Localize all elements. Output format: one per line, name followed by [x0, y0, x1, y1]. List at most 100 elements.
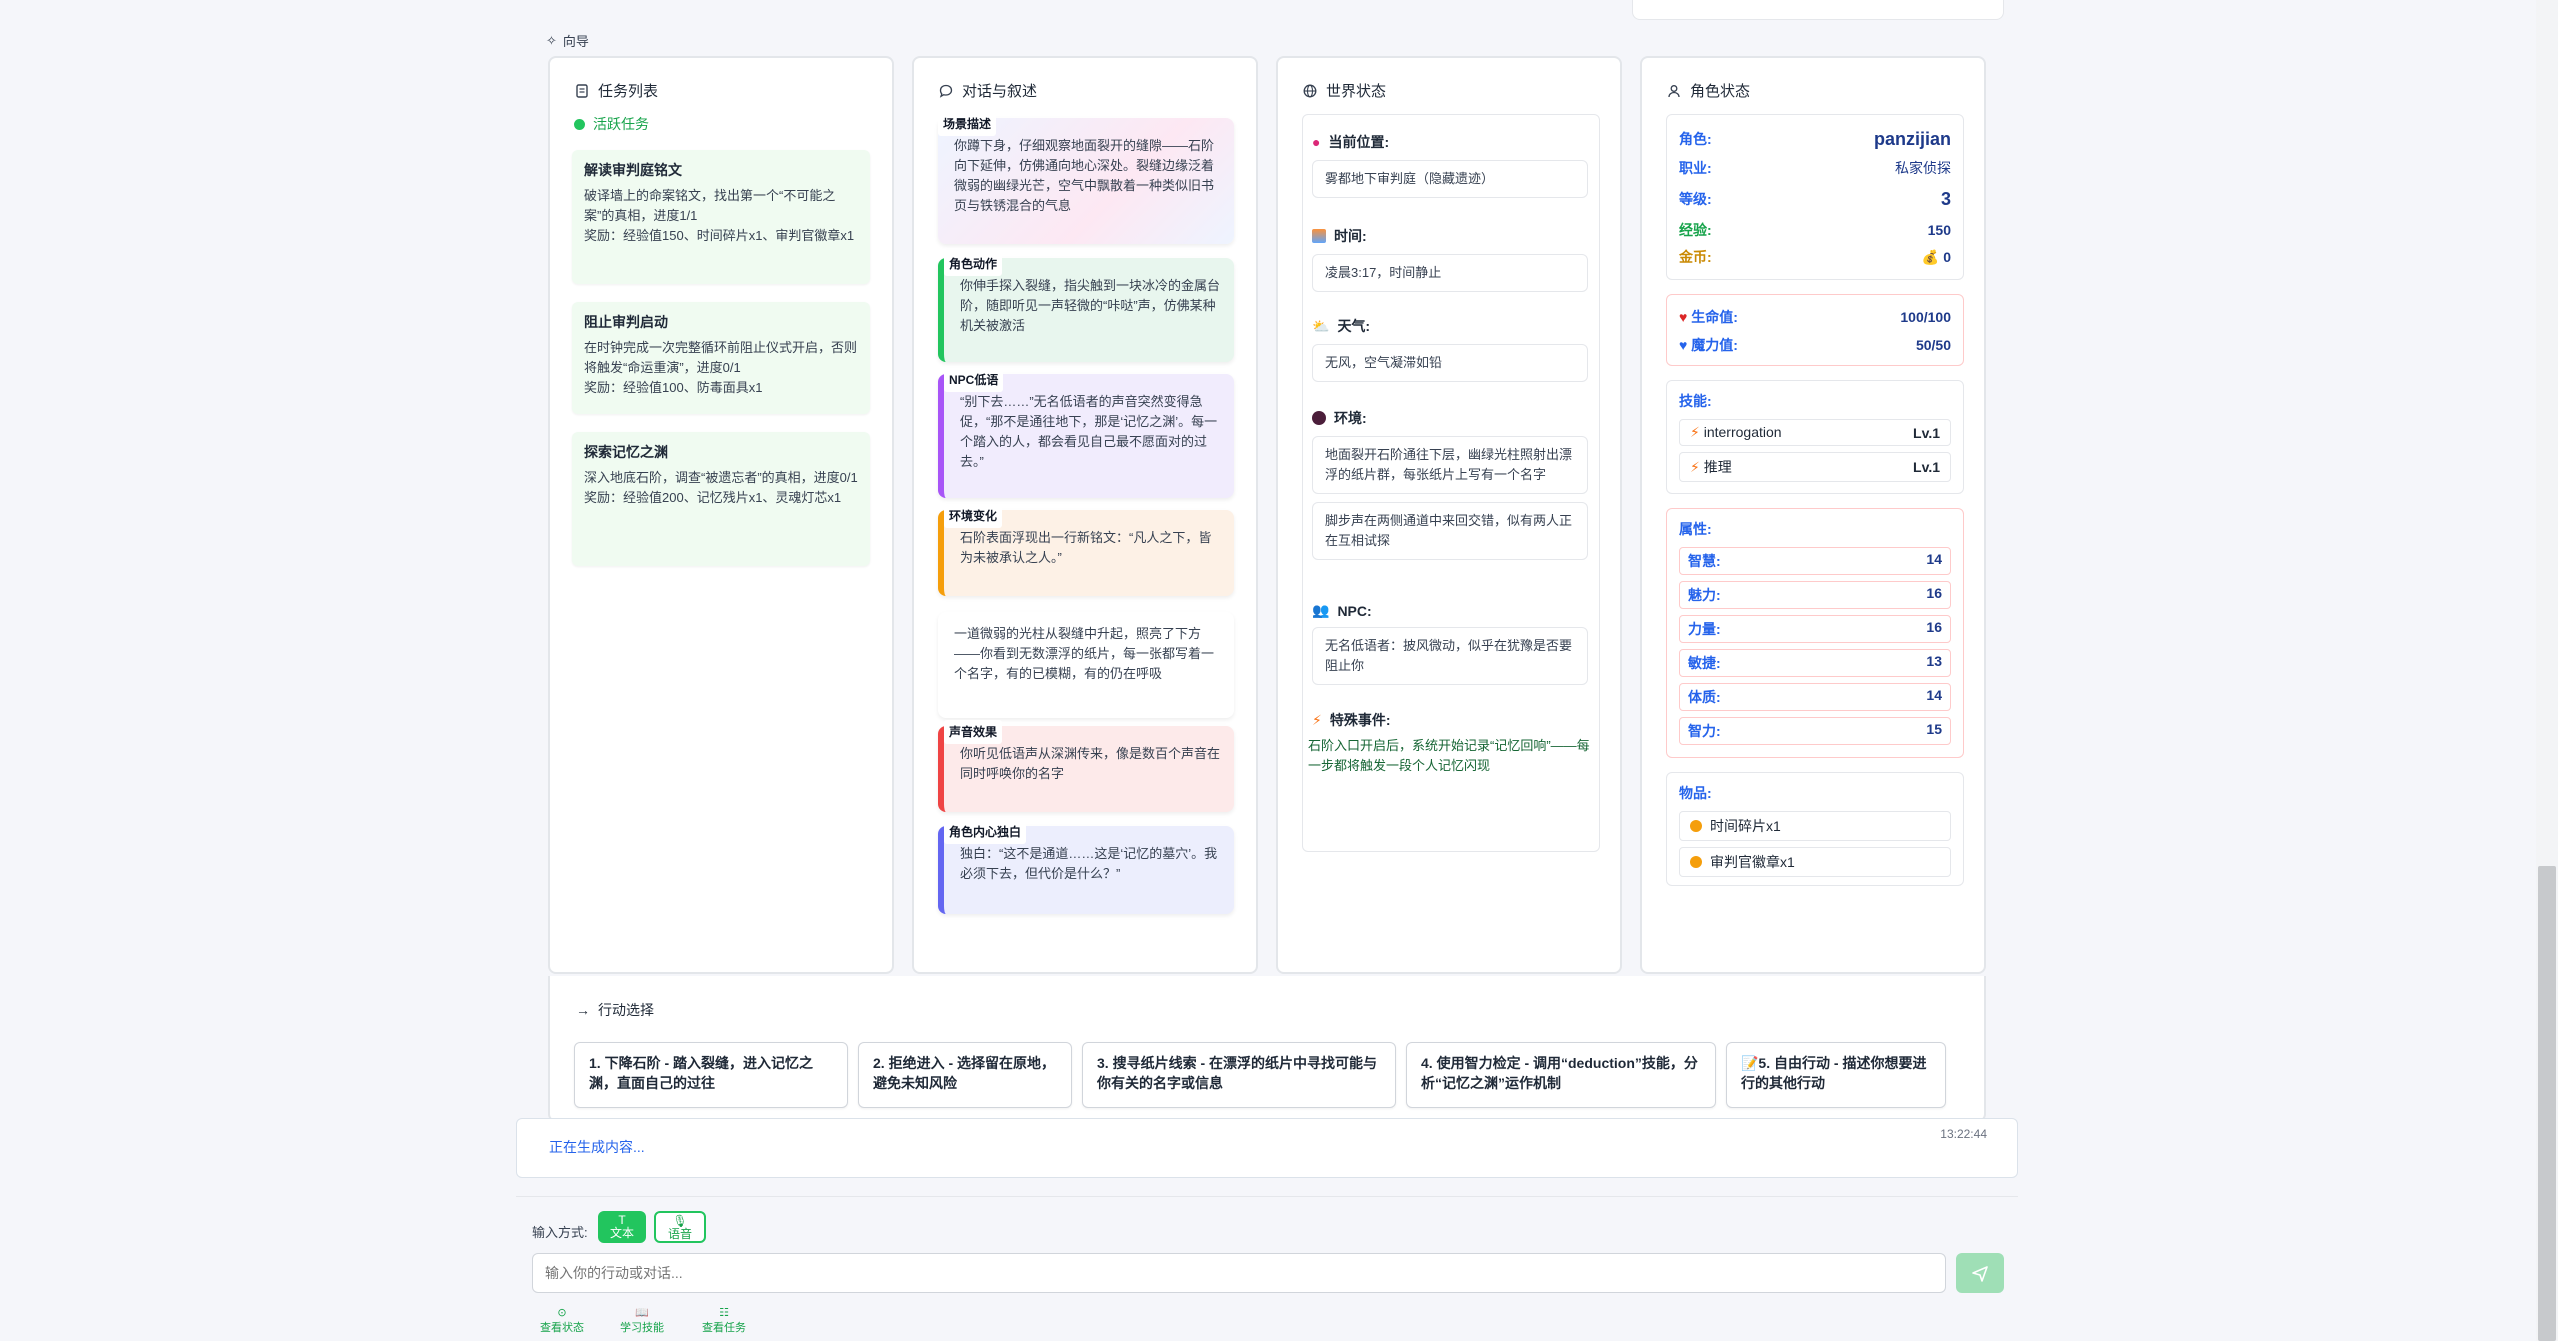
input-mode-label: 输入方式:	[532, 1225, 588, 1240]
dialog-panel: 对话与叙述 场景描述 你蹲下身，仔细观察地面裂开的缝隙——石阶向下延伸，仿佛通向…	[912, 56, 1258, 974]
attributes-label: 属性:	[1679, 521, 1712, 537]
time-value: 凌晨3:17，时间静止	[1312, 254, 1588, 292]
divider	[516, 1196, 2018, 1197]
dialog-tag: 场景描述	[938, 112, 997, 136]
user-icon	[1668, 84, 1680, 97]
level-label: 等级:	[1679, 191, 1712, 207]
skill-item[interactable]: ⚡ interrogation Lv.1	[1679, 419, 1951, 446]
scroll-icon	[576, 83, 588, 98]
dialog-entry-action: 角色动作 你伸手探入裂缝，指尖触到一块冰冷的金属台阶，随即听见一声轻微的“咔哒”…	[938, 252, 1234, 362]
guide-header: ✧ 向导	[546, 32, 589, 50]
location-pin-icon: ●	[1312, 134, 1321, 150]
lightning-icon: ⚡	[1312, 711, 1322, 728]
task-icon: ☷	[719, 1307, 729, 1319]
skills-label: 技能:	[1679, 393, 1712, 409]
sunrise-icon	[1312, 229, 1326, 243]
dialog-entry-narration: 一道微弱的光柱从裂缝中升起，照亮了下方——你看到无数漂浮的纸片，每一张都写着一个…	[938, 612, 1234, 718]
dialog-text: 你蹲下身，仔细观察地面裂开的缝隙——石阶向下延伸，仿佛通向地心深处。裂缝边缘泛着…	[954, 138, 1215, 213]
task-card[interactable]: 阻止审判启动 在时钟完成一次完整循环前阻止仪式开启，否则将触发“命运重演”，进度…	[572, 302, 870, 414]
weather-icon: ⛅	[1312, 317, 1330, 334]
action-option-1[interactable]: 1. 下降石阶 - 踏入裂缝，进入记忆之渊，直面自己的过往	[574, 1042, 848, 1108]
character-exp: 150	[1927, 222, 1951, 238]
world-environment: 环境: 地面裂开石阶通往下层，幽绿光柱照射出漂浮的纸片群，每张纸片上写有一个名字…	[1302, 408, 1598, 560]
active-tasks-label: 活跃任务	[574, 114, 649, 134]
action-option-3[interactable]: 3. 搜寻纸片线索 - 在漂浮的纸片中寻找可能与你有关的名字或信息	[1082, 1042, 1396, 1108]
task-panel-title: 任务列表	[574, 80, 658, 101]
world-weather: ⛅ 天气: 无风，空气凝滞如铅	[1302, 316, 1598, 382]
scrollbar-thumb[interactable]	[2538, 866, 2556, 1341]
lightning-icon: ⚡	[1690, 459, 1700, 475]
compass-icon: ✧	[546, 32, 557, 48]
task-name: 解读审判庭铭文	[584, 162, 682, 178]
character-panel-title: 角色状态	[1666, 80, 1750, 101]
gold-label: 金币:	[1679, 249, 1712, 265]
task-card[interactable]: 解读审判庭铭文 破译墙上的命案铭文，找出第一个“不可能之案”的真相，进度1/1 …	[572, 150, 870, 284]
arrow-right-icon: →	[576, 1002, 590, 1018]
learn-skill-link[interactable]: 📖 学习技能	[620, 1306, 664, 1335]
job-label: 职业:	[1679, 160, 1712, 176]
inventory-item[interactable]: 审判官徽章x1	[1679, 847, 1951, 877]
generating-status: 正在生成内容...	[549, 1139, 645, 1155]
mp-value: 50/50	[1915, 337, 1951, 353]
world-time: 时间: 凌晨3:17，时间静止	[1302, 226, 1598, 292]
send-button[interactable]	[1956, 1253, 2004, 1293]
task-name: 探索记忆之渊	[584, 444, 668, 460]
message-timestamp: 13:22:44	[1940, 1127, 1987, 1141]
location-icon: ⊙	[557, 1307, 567, 1319]
view-tasks-link[interactable]: ☷ 查看任务	[702, 1306, 746, 1335]
send-icon	[1972, 1266, 1988, 1282]
dialog-tag: 环境变化	[944, 504, 1003, 528]
item-icon	[1690, 820, 1702, 832]
dialog-text: “别下去……”无名低语者的声音突然变得急促，“那不是通往地下，那是‘记忆之渊’。…	[960, 394, 1218, 469]
dialog-panel-title: 对话与叙述	[938, 80, 1037, 101]
dialog-text: 你听见低语声从深渊传来，像是数百个声音在同时呼唤你的名字	[960, 746, 1221, 781]
action-option-4[interactable]: 4. 使用智力检定 - 调用“deduction”技能，分析“记忆之渊”运作机制	[1406, 1042, 1716, 1108]
attributes-card: 属性: 智慧: 14 魅力: 16 力量: 16 敏捷: 13 体质: 14 智力: 15	[1666, 508, 1964, 758]
action-option-5[interactable]: 📝5. 自由行动 - 描述你想要进行的其他行动	[1726, 1042, 1946, 1108]
dialog-entry-monologue: 角色内心独白 独白：“这不是通道……这是‘记忆的墓穴’。我必须下去，但代价是什么…	[938, 820, 1234, 914]
people-icon: 👥	[1312, 602, 1330, 618]
task-reward: 奖励：经验值100、防毒面具x1	[584, 380, 763, 395]
hp-label: ♥ 生命值:	[1679, 309, 1738, 325]
inventory-item[interactable]: 时间碎片x1	[1679, 811, 1951, 841]
active-dot-icon	[574, 118, 585, 130]
view-status-link[interactable]: ⊙ 查看状态	[540, 1306, 584, 1335]
status-message-box: 正在生成内容... 13:22:44	[516, 1118, 2018, 1178]
character-info-card: 角色: panzijian 职业: 私家侦探 等级: 3 经验: 150 金币: 💰 0	[1666, 114, 1964, 280]
skill-item[interactable]: ⚡ 推理 Lv.1	[1679, 452, 1951, 482]
attribute-row: 敏捷: 13	[1679, 649, 1951, 677]
dialog-text: 石阶表面浮现出一行新铭文：“凡人之下，皆为未被承认之人。”	[960, 530, 1212, 565]
location-value: 雾都地下审判庭（隐藏遗迹）	[1312, 160, 1588, 198]
world-panel-title: 世界状态	[1302, 80, 1386, 101]
task-desc: 深入地底石阶，调查“被遗忘者”的真相，进度0/1	[584, 470, 858, 485]
task-reward: 奖励：经验值200、记忆残片x1、灵魂灯芯x1	[584, 490, 842, 505]
action-option-2[interactable]: 2. 拒绝进入 - 选择留在原地，避免未知风险	[858, 1042, 1072, 1108]
item-icon	[1690, 856, 1702, 868]
actions-title: → 行动选择	[576, 1002, 654, 1018]
top-card-remnant	[1632, 0, 2004, 20]
skills-card: 技能: ⚡ interrogation Lv.1 ⚡ 推理 Lv.1	[1666, 380, 1964, 494]
environment-value: 脚步声在两侧通道中来回交错，似有两人正在互相试探	[1312, 502, 1588, 560]
text-mode-button[interactable]: T 文本	[598, 1211, 646, 1243]
event-value: 石阶入口开启后，系统开始记录“记忆回响”——每一步都将触发一段个人记忆闪现	[1308, 738, 1590, 773]
vitals-card: ♥ 生命值: 100/100 ♥ 魔力值: 50/50	[1666, 294, 1964, 366]
task-card[interactable]: 探索记忆之渊 深入地底石阶，调查“被遗忘者”的真相，进度0/1 奖励：经验值20…	[572, 432, 870, 566]
npc-value: 无名低语者：披风微动，似乎在犹豫是否要阻止你	[1312, 627, 1588, 685]
mana-heart-icon: ♥	[1679, 337, 1688, 353]
world-location: ● 当前位置: 雾都地下审判庭（隐藏遗迹）	[1302, 132, 1598, 198]
message-input[interactable]	[532, 1253, 1946, 1293]
heart-icon: ♥	[1679, 309, 1688, 325]
dialog-text: 一道微弱的光柱从裂缝中升起，照亮了下方——你看到无数漂浮的纸片，每一张都写着一个…	[954, 626, 1215, 681]
chat-bubble-icon	[939, 84, 953, 98]
world-npc: 👥 NPC: 无名低语者：披风微动，似乎在犹豫是否要阻止你	[1302, 602, 1598, 685]
attribute-row: 力量: 16	[1679, 615, 1951, 643]
dialog-text: 独白：“这不是通道……这是‘记忆的墓穴’。我必须下去，但代价是什么？”	[960, 846, 1218, 881]
name-label: 角色:	[1679, 131, 1712, 147]
dialog-tag: 声音效果	[944, 720, 1003, 744]
character-name: panzijian	[1873, 128, 1951, 149]
voice-mode-button[interactable]: 🎙 语音	[654, 1211, 706, 1243]
character-panel: 角色状态 角色: panzijian 职业: 私家侦探 等级: 3 经验: 150 金币…	[1640, 56, 1986, 974]
environment-icon	[1312, 411, 1326, 425]
lightning-icon: ⚡	[1690, 424, 1700, 440]
task-desc: 破译墙上的命案铭文，找出第一个“不可能之案”的真相，进度1/1	[584, 188, 836, 223]
